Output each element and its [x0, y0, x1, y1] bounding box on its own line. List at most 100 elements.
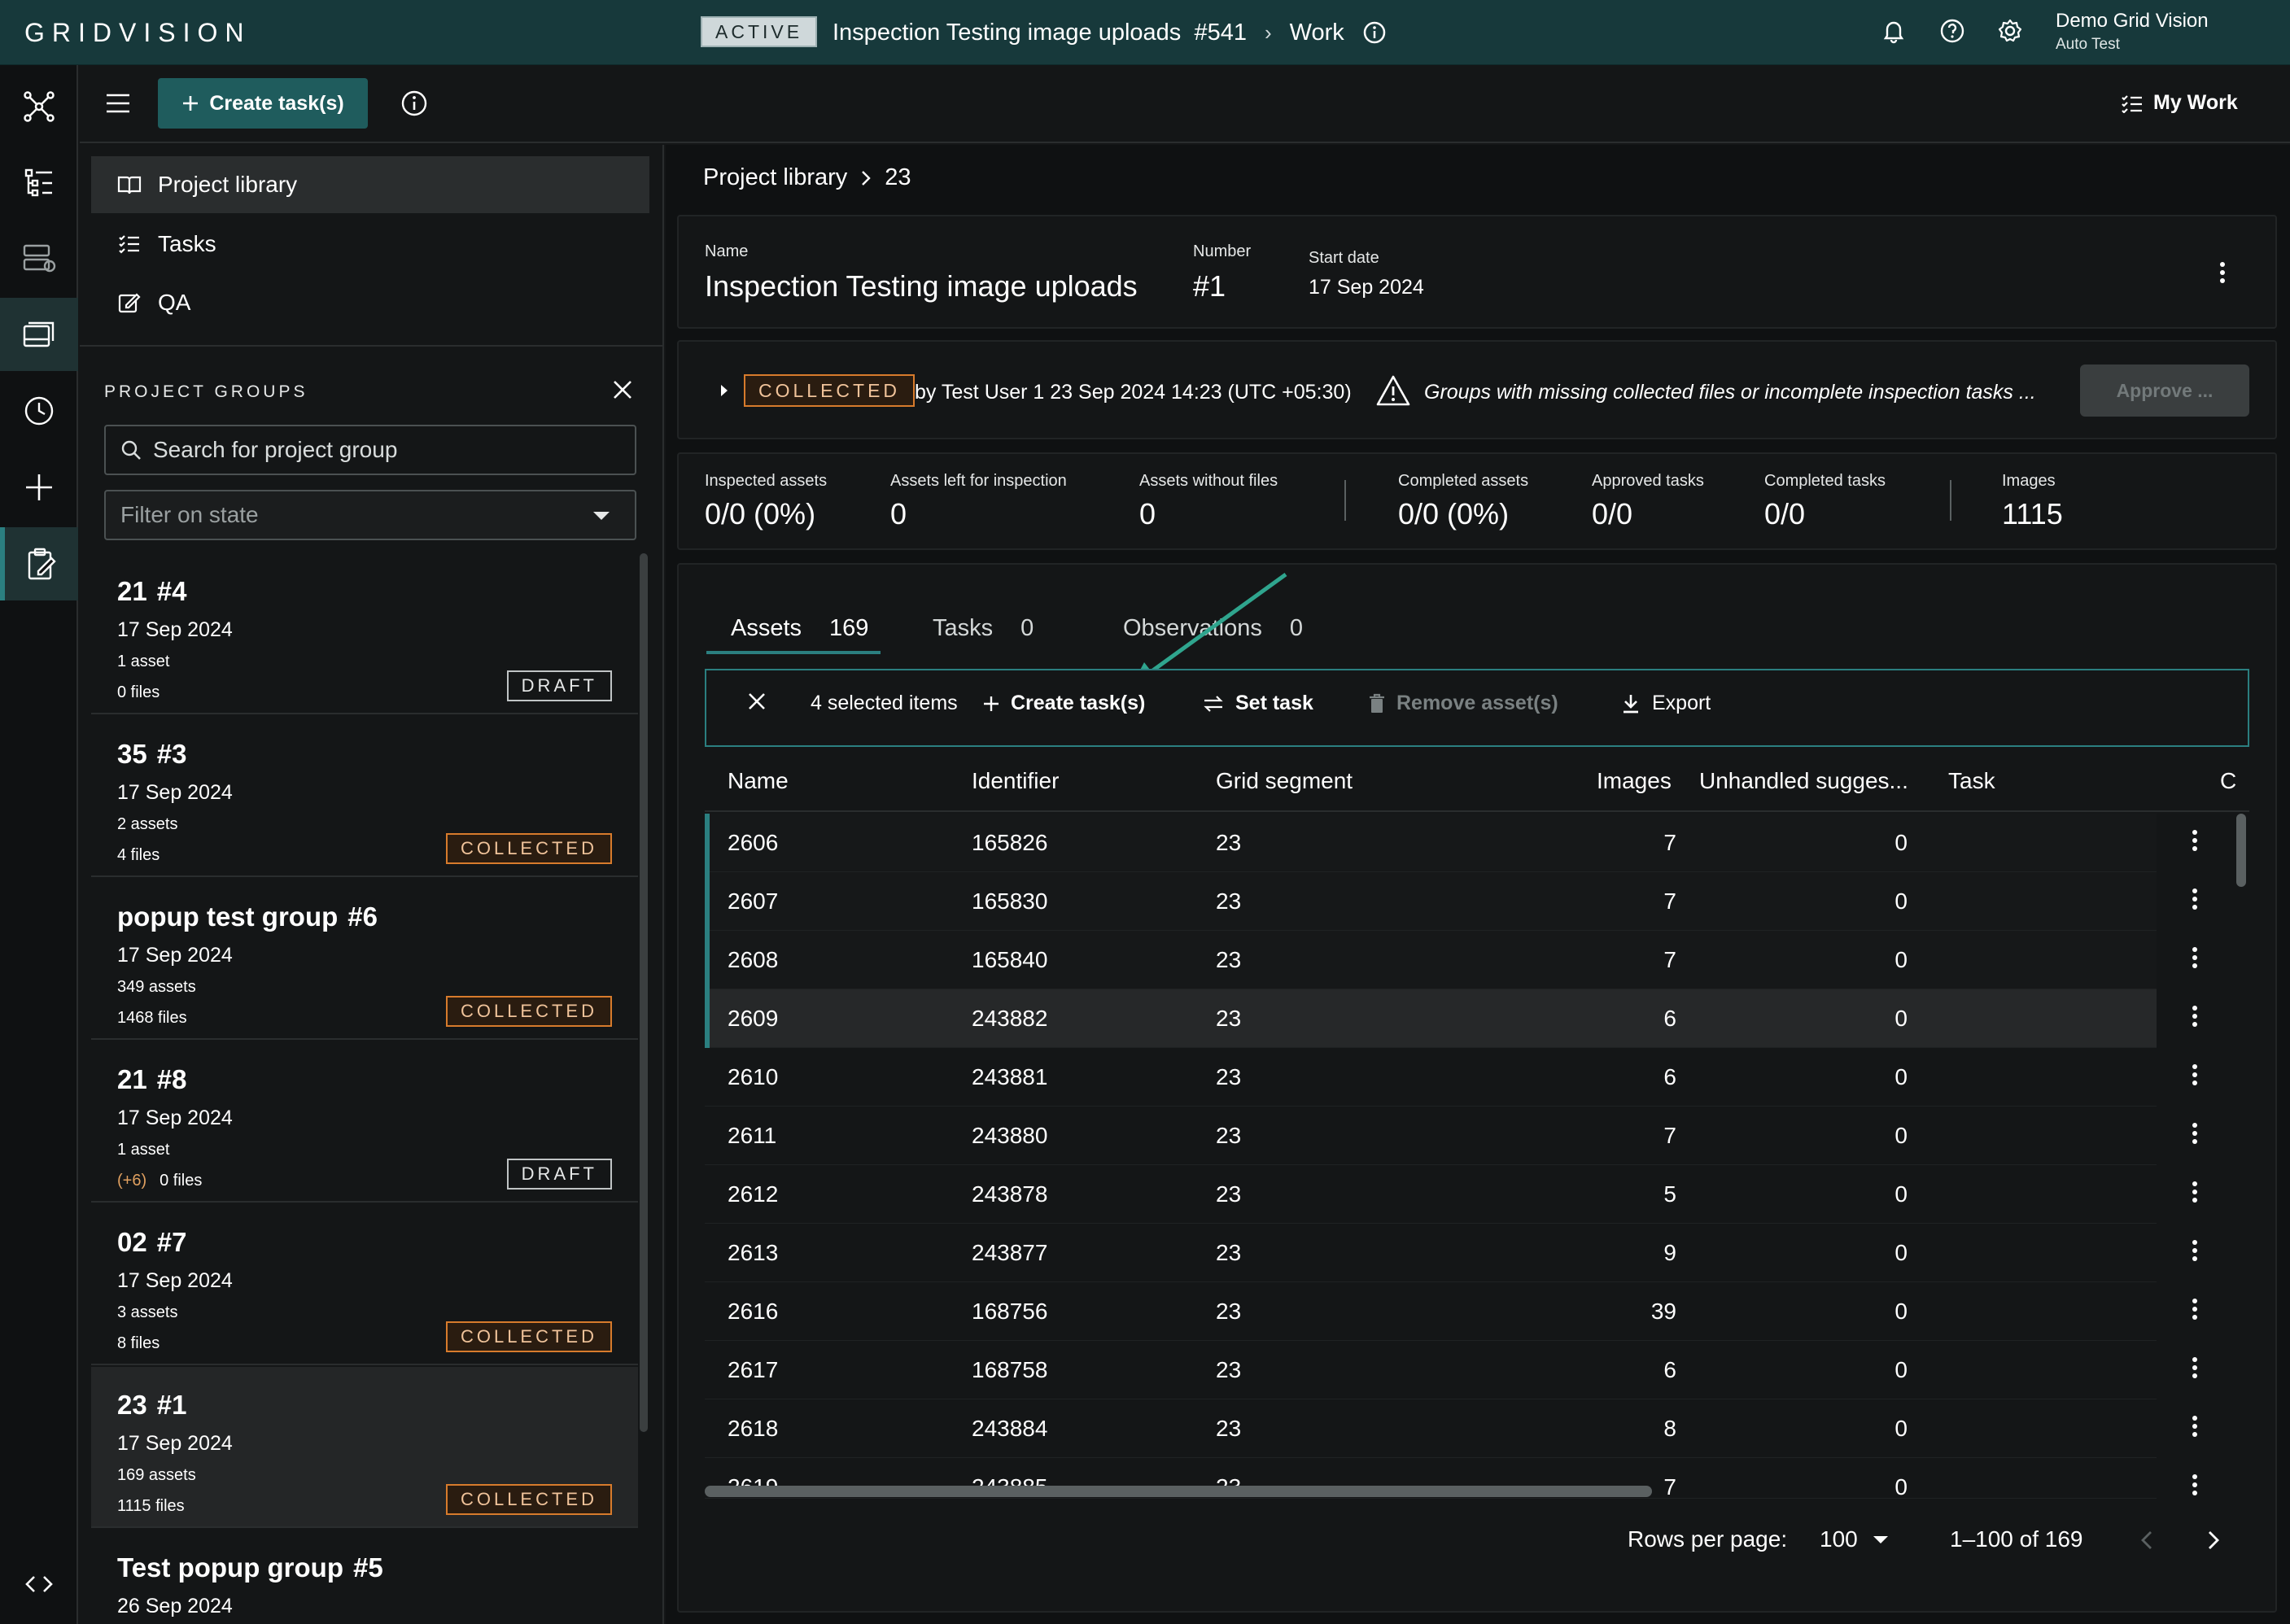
- cell-name: 2616: [728, 1299, 779, 1324]
- close-icon: [747, 692, 767, 711]
- my-work-button[interactable]: My Work: [2121, 91, 2238, 115]
- cell-unhandled: 0: [1894, 1064, 1908, 1089]
- nav-project-library[interactable]: Project library: [91, 156, 649, 213]
- group-files: 1468 files: [117, 1009, 187, 1027]
- export-action[interactable]: Export: [1621, 692, 1711, 715]
- info-icon[interactable]: [1362, 20, 1387, 45]
- row-more-icon[interactable]: [2191, 887, 2199, 911]
- group-list-scrollbar[interactable]: [640, 553, 648, 1432]
- rail-expand[interactable]: [0, 1548, 78, 1621]
- group-card[interactable]: 21 #4 17 Sep 2024 1 asset 0 files DRAFT: [91, 553, 638, 714]
- approve-button[interactable]: Approve ...: [2080, 365, 2249, 417]
- cell-images: 7: [1663, 888, 1676, 914]
- table-row[interactable]: 2608 165840 23 7 0: [705, 931, 2249, 989]
- table-row[interactable]: 2617 168758 23 6 0: [705, 1341, 2249, 1399]
- tab-assets[interactable]: Assets 169: [731, 615, 868, 642]
- table-row[interactable]: 2610 243881 23 6 0: [705, 1048, 2249, 1107]
- rail-network[interactable]: [0, 70, 78, 143]
- create-tasks-action[interactable]: Create task(s): [983, 692, 1145, 715]
- nav-tasks[interactable]: Tasks: [91, 216, 649, 273]
- col-identifier[interactable]: Identifier: [972, 768, 1059, 794]
- group-card[interactable]: 02 #7 17 Sep 2024 3 assets 8 files COLLEC…: [91, 1204, 638, 1365]
- row-more-icon[interactable]: [2191, 1473, 2199, 1497]
- col-images[interactable]: Images: [1597, 768, 1672, 794]
- row-more-icon[interactable]: [2191, 1004, 2199, 1028]
- info-icon[interactable]: [400, 89, 428, 117]
- more-vertical-icon[interactable]: [2218, 260, 2227, 285]
- top-bar: GRIDVISION ACTIVE Inspection Testing ima…: [0, 0, 2290, 65]
- cell-unhandled: 0: [1894, 1474, 1908, 1499]
- row-more-icon[interactable]: [2191, 1238, 2199, 1263]
- table-row[interactable]: 2613 243877 23 9 0: [705, 1224, 2249, 1282]
- remove-assets-action[interactable]: Remove asset(s): [1369, 692, 1558, 715]
- gridvision-logo[interactable]: GRIDVISION: [24, 18, 251, 48]
- group-card-selected[interactable]: 23 #1 17 Sep 2024 169 assets 1115 files C…: [91, 1367, 638, 1528]
- col-grid-segment[interactable]: Grid segment: [1216, 768, 1353, 794]
- menu-icon[interactable]: [104, 91, 132, 116]
- group-card[interactable]: 21 #8 17 Sep 2024 1 asset (+6) 0 files DRA…: [91, 1041, 638, 1203]
- state-filter-select[interactable]: Filter on state: [104, 490, 636, 540]
- table-vertical-scrollbar[interactable]: [2236, 814, 2246, 887]
- rail-database[interactable]: [0, 221, 78, 295]
- row-more-icon[interactable]: [2191, 1297, 2199, 1321]
- table-row[interactable]: 2612 243878 23 5 0: [705, 1165, 2249, 1224]
- expand-arrow-icon[interactable]: [719, 384, 729, 397]
- section-label[interactable]: Work: [1290, 20, 1344, 46]
- row-more-icon[interactable]: [2191, 1414, 2199, 1438]
- close-icon[interactable]: [612, 379, 633, 400]
- table-row[interactable]: 2616 168756 23 39 0: [705, 1282, 2249, 1341]
- warning-text: Groups with missing collected files or i…: [1424, 381, 2036, 404]
- next-page-icon[interactable]: [2207, 1530, 2220, 1551]
- user-name: Demo Grid Vision: [2056, 10, 2209, 32]
- cell-identifier: 243884: [972, 1416, 1048, 1441]
- table-row[interactable]: 2609 243882 23 6 0: [705, 989, 2249, 1048]
- cell-images: 7: [1663, 947, 1676, 972]
- row-more-icon[interactable]: [2191, 1180, 2199, 1204]
- table-row[interactable]: 2607 165830 23 7 0: [705, 872, 2249, 931]
- table-row[interactable]: 2606 165826 23 7 0: [705, 814, 2249, 872]
- row-more-icon[interactable]: [2191, 1063, 2199, 1087]
- table-row[interactable]: 2611 243880 23 7 0: [705, 1107, 2249, 1165]
- col-task[interactable]: Task: [1948, 768, 1995, 794]
- settings-icon[interactable]: [1997, 18, 2023, 44]
- col-c[interactable]: C: [2220, 768, 2236, 794]
- cell-unhandled: 0: [1894, 947, 1908, 972]
- tab-tasks[interactable]: Tasks 0: [933, 615, 1034, 642]
- rail-gallery[interactable]: [0, 298, 78, 371]
- state-badge: COLLECTED: [445, 1484, 612, 1515]
- table-horizontal-scrollbar[interactable]: [705, 1486, 1652, 1497]
- row-more-icon[interactable]: [2191, 828, 2199, 853]
- help-icon[interactable]: [1939, 18, 1965, 44]
- row-more-icon[interactable]: [2191, 1356, 2199, 1380]
- group-title: 23 #1: [117, 1390, 187, 1420]
- user-menu[interactable]: Demo Grid Vision Auto Test: [2056, 10, 2209, 54]
- rail-add[interactable]: [0, 451, 78, 524]
- rail-history[interactable]: [0, 374, 78, 447]
- create-tasks-button[interactable]: Create task(s): [158, 78, 368, 129]
- group-card[interactable]: popup test group #6 17 Sep 2024 349 asset…: [91, 879, 638, 1040]
- nav-qa[interactable]: QA: [91, 274, 649, 331]
- col-unhandled[interactable]: Unhandled sugges...: [1699, 768, 1908, 794]
- cell-grid-segment: 23: [1216, 1299, 1242, 1324]
- cell-name: 2618: [728, 1416, 779, 1441]
- rail-list[interactable]: [0, 146, 78, 220]
- prev-page-icon[interactable]: [2140, 1530, 2153, 1551]
- set-task-action[interactable]: Set task: [1203, 692, 1313, 715]
- group-card[interactable]: 35 #3 17 Sep 2024 2 assets 4 files COLLEC…: [91, 716, 638, 877]
- selected-row-indicator: [705, 989, 710, 1048]
- table-row[interactable]: 2618 243884 23 8 0: [705, 1399, 2249, 1458]
- row-more-icon[interactable]: [2191, 945, 2199, 970]
- bell-icon[interactable]: [1881, 18, 1906, 44]
- rail-work[interactable]: [0, 527, 78, 600]
- group-title: Test popup group #5: [117, 1552, 383, 1583]
- clear-selection-button[interactable]: [747, 692, 767, 711]
- group-card[interactable]: Test popup group #5 26 Sep 2024: [91, 1530, 638, 1624]
- col-name[interactable]: Name: [728, 768, 789, 794]
- group-search-input[interactable]: Search for project group: [104, 425, 636, 475]
- cell-identifier: 243882: [972, 1006, 1048, 1031]
- row-more-icon[interactable]: [2191, 1121, 2199, 1146]
- cell-identifier: 165840: [972, 947, 1048, 972]
- breadcrumb-root[interactable]: Project library: [703, 164, 847, 191]
- breadcrumb: Project library 23: [703, 164, 911, 191]
- rows-per-page-select[interactable]: 100: [1820, 1526, 1889, 1552]
